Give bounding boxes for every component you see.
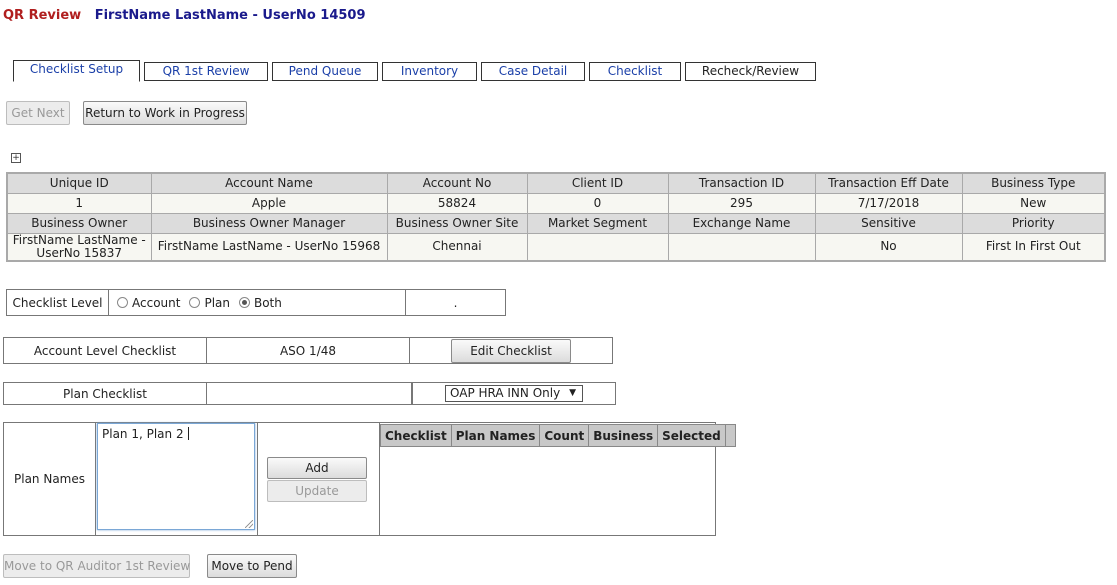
value-priority: First In First Out bbox=[961, 232, 1106, 262]
radio-both[interactable] bbox=[238, 297, 250, 308]
radio-account[interactable] bbox=[117, 297, 128, 308]
move-to-qr-auditor-button[interactable]: Move to QR Auditor 1st Review bbox=[3, 554, 190, 578]
tab-recheck-review[interactable]: Recheck/Review bbox=[685, 62, 816, 81]
radio-account-label: Account bbox=[132, 295, 181, 310]
header-business-owner-manager: Business Owner Manager bbox=[150, 212, 388, 234]
value-account-name: Apple bbox=[150, 192, 388, 214]
tab-checklist[interactable]: Checklist bbox=[589, 62, 681, 81]
page-header: QR Review FirstName LastName - UserNo 14… bbox=[3, 8, 366, 23]
app-title: QR Review bbox=[3, 8, 82, 23]
radio-plan-label: Plan bbox=[204, 295, 230, 310]
grid-header-selected[interactable]: Selected bbox=[657, 424, 726, 447]
grid-header-business[interactable]: Business bbox=[588, 424, 659, 447]
return-to-wip-button[interactable]: Return to Work in Progress bbox=[83, 101, 247, 125]
update-button[interactable]: Update bbox=[267, 480, 367, 502]
checklist-level-label: Checklist Level bbox=[7, 290, 109, 315]
header-client-id: Client ID bbox=[526, 172, 669, 194]
value-unique-id: 1 bbox=[6, 192, 152, 214]
plan-checklist-value bbox=[207, 383, 412, 404]
header-account-no: Account No bbox=[386, 172, 528, 194]
plan-grid: Checklist Plan Names Count Business Sele… bbox=[380, 424, 736, 447]
user-title: FirstName LastName - UserNo 14509 bbox=[94, 8, 366, 23]
value-account-no: 58824 bbox=[386, 192, 528, 214]
value-business-owner: FirstName LastName - UserNo 15837 bbox=[6, 232, 152, 262]
checklist-level-options: Account Plan Both bbox=[109, 290, 406, 315]
resize-grip-icon[interactable] bbox=[245, 520, 253, 528]
value-market-segment bbox=[526, 232, 669, 262]
radio-both-label: Both bbox=[253, 295, 282, 310]
tab-checklist-setup[interactable]: Checklist Setup bbox=[13, 60, 140, 82]
grid-header-checklist[interactable]: Checklist bbox=[380, 424, 452, 447]
plan-names-textarea[interactable]: Plan 1, Plan 2 bbox=[97, 423, 255, 530]
account-info-table: Unique ID Account Name Account No Client… bbox=[6, 172, 1106, 262]
header-market-segment: Market Segment bbox=[526, 212, 669, 234]
header-transaction-eff-date: Transaction Eff Date bbox=[814, 172, 963, 194]
value-client-id: 0 bbox=[526, 192, 669, 214]
header-unique-id: Unique ID bbox=[6, 172, 152, 194]
header-business-owner: Business Owner bbox=[6, 212, 152, 234]
header-sensitive: Sensitive bbox=[814, 212, 963, 234]
grid-header-plan-names[interactable]: Plan Names bbox=[450, 424, 541, 447]
header-business-owner-site: Business Owner Site bbox=[386, 212, 528, 234]
tab-inventory[interactable]: Inventory bbox=[382, 62, 477, 81]
value-sensitive: No bbox=[814, 232, 963, 262]
get-next-button[interactable]: Get Next bbox=[6, 101, 70, 125]
value-exchange-name bbox=[667, 232, 816, 262]
value-business-owner-site: Chennai bbox=[386, 232, 528, 262]
plan-checklist-label: Plan Checklist bbox=[4, 383, 207, 404]
plan-names-label: Plan Names bbox=[4, 423, 96, 535]
header-priority: Priority bbox=[961, 212, 1106, 234]
tab-qr-1st-review[interactable]: QR 1st Review bbox=[144, 62, 268, 81]
header-account-name: Account Name bbox=[150, 172, 388, 194]
tab-case-detail[interactable]: Case Detail bbox=[481, 62, 585, 81]
value-transaction-id: 295 bbox=[667, 192, 816, 214]
plan-names-textarea-value: Plan 1, Plan 2 bbox=[102, 427, 188, 441]
value-business-type: New bbox=[961, 192, 1106, 214]
plan-names-button-cell bbox=[258, 423, 380, 535]
header-transaction-id: Transaction ID bbox=[667, 172, 816, 194]
value-transaction-eff-date: 7/17/2018 bbox=[814, 192, 963, 214]
edit-checklist-button[interactable]: Edit Checklist bbox=[451, 339, 571, 363]
radio-plan[interactable] bbox=[189, 297, 201, 308]
text-caret bbox=[188, 427, 190, 440]
header-exchange-name: Exchange Name bbox=[667, 212, 816, 234]
plus-box-icon[interactable]: + bbox=[11, 153, 21, 163]
grid-header-count[interactable]: Count bbox=[539, 424, 590, 447]
tab-pend-queue[interactable]: Pend Queue bbox=[272, 62, 378, 81]
account-checklist-label: Account Level Checklist bbox=[4, 338, 207, 363]
chevron-down-icon: ▼ bbox=[569, 388, 576, 398]
plan-checklist-select-value: OAP HRA INN Only bbox=[450, 386, 561, 400]
value-business-owner-manager: FirstName LastName - UserNo 15968 bbox=[150, 232, 388, 262]
checklist-level-extra: . bbox=[453, 295, 458, 310]
add-button[interactable]: Add bbox=[267, 457, 367, 479]
move-to-pend-button[interactable]: Move to Pend bbox=[207, 554, 297, 578]
account-checklist-value: ASO 1/48 bbox=[207, 338, 410, 363]
grid-header-spacer bbox=[724, 424, 736, 447]
header-business-type: Business Type bbox=[961, 172, 1106, 194]
plan-checklist-select[interactable]: OAP HRA INN Only ▼ bbox=[445, 385, 583, 402]
checklist-level-row: Checklist Level Account Plan Both . bbox=[6, 289, 506, 316]
